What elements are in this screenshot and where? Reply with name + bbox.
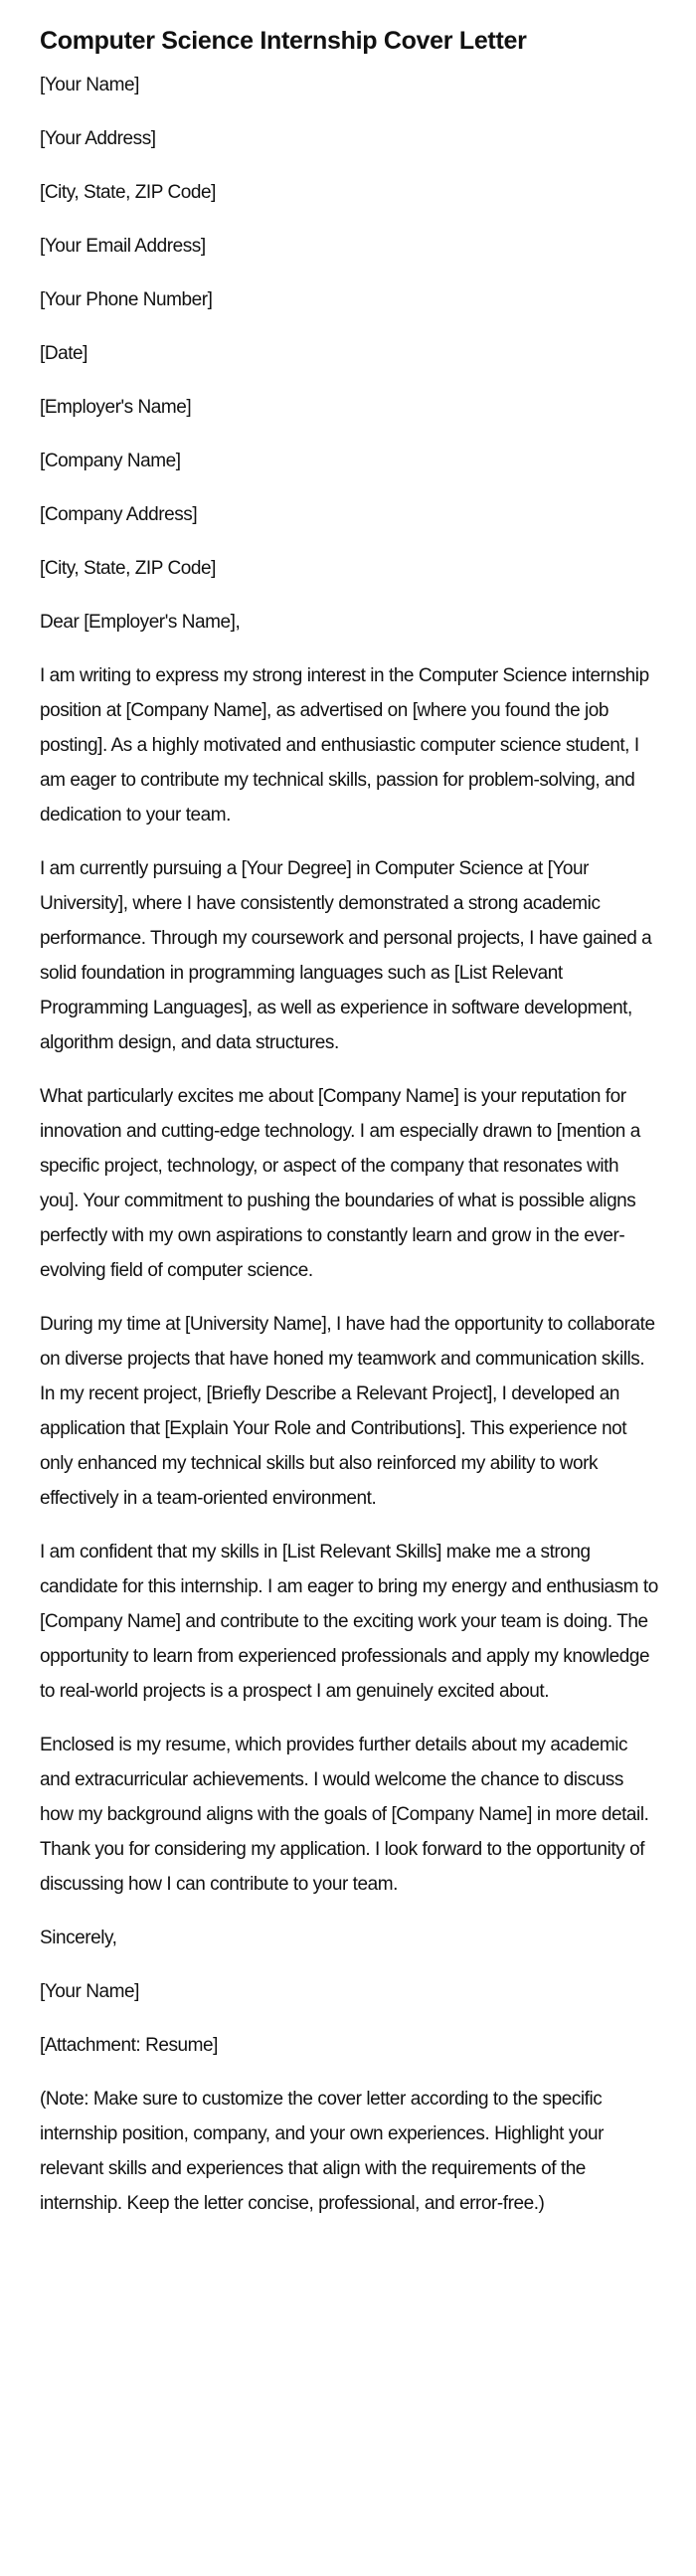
body-paragraph: Enclosed is my resume, which provides fu… [40,1735,649,1895]
signature: [Your Name] [40,1981,139,2002]
body-paragraph: I am confident that my skills in [List R… [40,1542,658,1702]
recipient-address: [Company Address] [40,504,198,525]
salutation: Dear [Employer's Name], [40,612,241,633]
recipient-company: [Company Name] [40,451,181,471]
sender-address: [Your Address] [40,128,156,149]
attachment-note: [Attachment: Resume] [40,2035,218,2056]
body-paragraph: I am writing to express my strong intere… [40,665,649,826]
recipient-city-state-zip: [City, State, ZIP Code] [40,558,216,579]
sender-phone: [Your Phone Number] [40,289,213,310]
cover-letter-document: Computer Science Internship Cover Letter… [0,0,696,2221]
body-paragraph: What particularly excites me about [Comp… [40,1086,640,1281]
recipient-name: [Employer's Name] [40,397,192,418]
letter-date: [Date] [40,343,87,364]
closing: Sincerely, [40,1928,117,1948]
sender-city-state-zip: [City, State, ZIP Code] [40,182,216,203]
sender-name: [Your Name] [40,75,139,95]
document-title: Computer Science Internship Cover Letter [40,27,527,55]
sender-email: [Your Email Address] [40,236,206,257]
body-paragraph: During my time at [University Name], I h… [40,1314,655,1509]
body-paragraph: I am currently pursuing a [Your Degree] … [40,858,652,1053]
customization-note: (Note: Make sure to customize the cover … [40,2089,604,2214]
